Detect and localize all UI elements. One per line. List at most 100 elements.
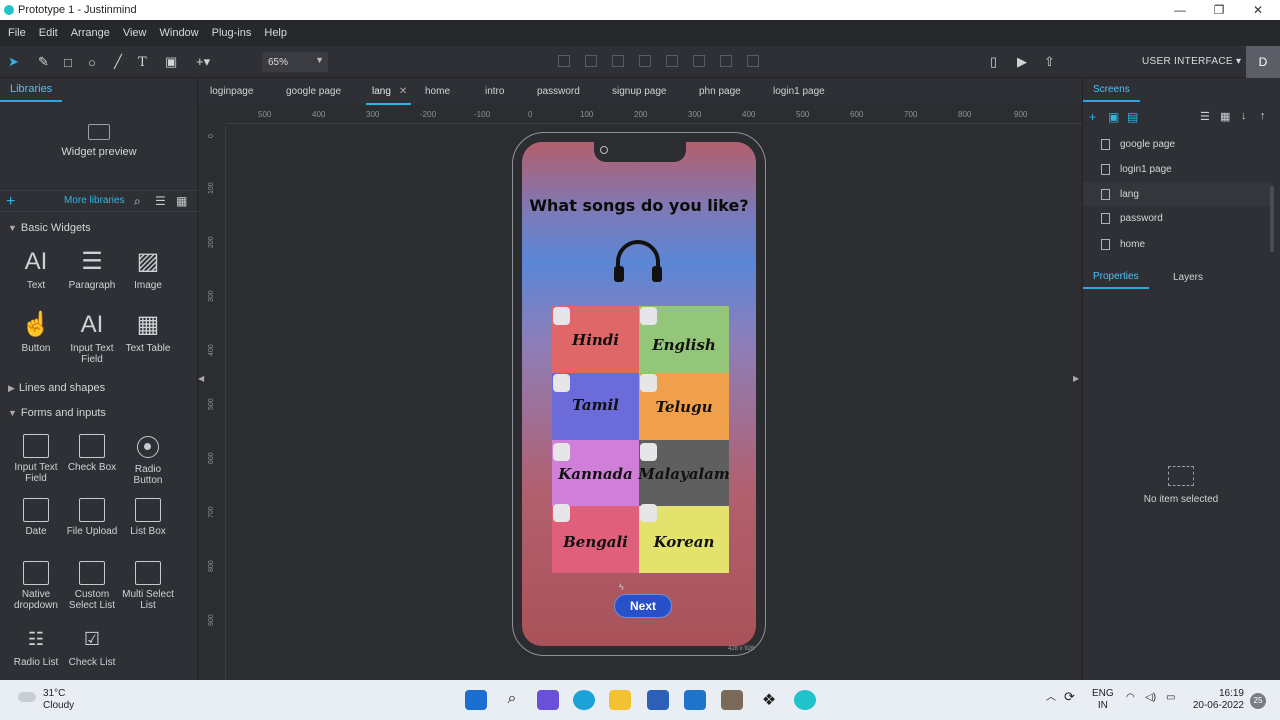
checkbox-telugu[interactable] bbox=[640, 374, 657, 392]
add-folder-icon[interactable]: ▤ bbox=[1127, 110, 1138, 124]
teams-chat-icon[interactable] bbox=[537, 690, 559, 710]
tab-libraries[interactable]: Libraries bbox=[0, 78, 63, 102]
ellipse-tool-icon[interactable]: ○ bbox=[88, 54, 96, 70]
align-left-icon[interactable] bbox=[558, 55, 570, 67]
move-up-icon[interactable]: ↑ bbox=[1260, 110, 1266, 122]
screen-item[interactable]: lang bbox=[1083, 182, 1273, 206]
align-center-icon[interactable] bbox=[585, 55, 597, 67]
widget-form-input[interactable]: Input Text Field bbox=[8, 434, 64, 484]
app-icon[interactable] bbox=[721, 690, 743, 710]
tab-home[interactable]: home bbox=[425, 86, 450, 97]
menu-arrange[interactable]: Arrange bbox=[71, 27, 110, 39]
widget-custom-select[interactable]: Custom Select List bbox=[64, 561, 120, 611]
justinmind-icon[interactable] bbox=[794, 690, 816, 710]
checkbox-tamil[interactable] bbox=[553, 374, 570, 392]
move-down-icon[interactable]: ↓ bbox=[1241, 110, 1247, 122]
widget-checkbox[interactable]: Check Box bbox=[64, 434, 120, 473]
align-bottom-icon[interactable] bbox=[693, 55, 705, 67]
zoom-select[interactable]: 65% ▼ bbox=[262, 52, 328, 72]
clock[interactable]: 16:19 20-06-2022 bbox=[1190, 688, 1244, 712]
user-avatar[interactable]: D bbox=[1246, 46, 1280, 78]
tab-signup-page[interactable]: signup page bbox=[612, 86, 667, 97]
section-forms-inputs[interactable]: ▼ Forms and inputs bbox=[8, 407, 106, 419]
tab-intro[interactable]: intro bbox=[485, 86, 504, 97]
pen-tool-icon[interactable]: ✎ bbox=[38, 54, 49, 70]
next-button[interactable]: Next bbox=[614, 594, 672, 618]
checkbox-english[interactable] bbox=[640, 307, 657, 325]
list-view-icon[interactable]: ☰ bbox=[1200, 110, 1210, 123]
menu-help[interactable]: Help bbox=[264, 27, 287, 39]
tab-phn-page[interactable]: phn page bbox=[699, 86, 741, 97]
menu-edit[interactable]: Edit bbox=[39, 27, 58, 39]
widget-check-list[interactable]: ☑ Check List bbox=[64, 625, 120, 668]
notification-badge[interactable]: 25 bbox=[1250, 693, 1266, 709]
share-upload-icon[interactable]: ⇧ bbox=[1044, 54, 1055, 70]
screen-item[interactable]: google page bbox=[1083, 132, 1273, 156]
line-tool-icon[interactable]: ╱ bbox=[114, 54, 122, 70]
widget-radio[interactable]: Radio Button bbox=[120, 434, 176, 486]
language-indicator[interactable]: ENG IN bbox=[1092, 688, 1114, 712]
tab-loginpage[interactable]: loginpage bbox=[210, 86, 253, 97]
text-tool-icon[interactable]: T bbox=[138, 54, 147, 70]
screen-item[interactable]: login1 page bbox=[1083, 157, 1273, 181]
screen-item[interactable]: home bbox=[1083, 232, 1273, 256]
tab-google-page[interactable]: google page bbox=[286, 86, 341, 97]
mode-selector[interactable]: USER INTERFACE ▾ bbox=[1142, 56, 1241, 67]
close-tab-icon[interactable]: ✕ bbox=[399, 86, 407, 97]
distribute-horizontal-icon[interactable] bbox=[747, 55, 759, 67]
select-tool-icon[interactable]: ➤ bbox=[8, 54, 19, 70]
rectangle-tool-icon[interactable]: □ bbox=[64, 54, 72, 70]
widget-native-dropdown[interactable]: Native dropdown bbox=[8, 561, 64, 611]
edge-browser-icon[interactable] bbox=[573, 690, 595, 710]
align-right-icon[interactable] bbox=[612, 55, 624, 67]
mail-icon[interactable] bbox=[684, 690, 706, 710]
list-view-icon[interactable]: ☰ bbox=[155, 194, 166, 208]
add-library-icon[interactable]: + bbox=[6, 193, 15, 211]
checkbox-korean[interactable] bbox=[640, 504, 657, 522]
add-image-screen-icon[interactable]: ▣ bbox=[1108, 110, 1119, 124]
menu-window[interactable]: Window bbox=[160, 27, 199, 39]
screens-scrollbar[interactable] bbox=[1270, 186, 1274, 252]
widget-date[interactable]: Date bbox=[8, 498, 64, 537]
widget-list-box[interactable]: List Box bbox=[120, 498, 176, 537]
widget-image[interactable]: ▨ Image bbox=[120, 248, 176, 291]
screen-item[interactable]: password bbox=[1083, 206, 1273, 230]
distribute-vertical-icon[interactable] bbox=[720, 55, 732, 67]
align-top-icon[interactable] bbox=[639, 55, 651, 67]
widget-file-upload[interactable]: File Upload bbox=[64, 498, 120, 537]
collapse-left-panel-icon[interactable]: ◀ bbox=[198, 374, 204, 383]
grid-view-icon[interactable]: ▦ bbox=[1220, 110, 1230, 123]
tab-screens[interactable]: Screens bbox=[1083, 78, 1140, 102]
wifi-icon[interactable]: ◠ bbox=[1126, 692, 1135, 704]
collapse-right-panel-icon[interactable]: ▶ bbox=[1073, 374, 1079, 383]
minimize-button[interactable]: — bbox=[1160, 0, 1200, 20]
tab-login1-page[interactable]: login1 page bbox=[773, 86, 825, 97]
widget-radio-list[interactable]: ☷ Radio List bbox=[8, 625, 64, 668]
sync-icon[interactable]: ⟳ bbox=[1064, 690, 1075, 703]
checkbox-bengali[interactable] bbox=[553, 504, 570, 522]
volume-icon[interactable]: ◁) bbox=[1145, 692, 1156, 704]
play-simulate-icon[interactable]: ▶ bbox=[1017, 54, 1027, 70]
image-tool-icon[interactable]: ▣ bbox=[165, 54, 177, 70]
checkbox-malayalam[interactable] bbox=[640, 443, 657, 461]
grid-view-icon[interactable]: ▦ bbox=[176, 194, 187, 208]
widget-button[interactable]: ☝ Button bbox=[8, 311, 64, 354]
maximize-button[interactable]: ❐ bbox=[1199, 0, 1239, 20]
add-screen-icon[interactable]: + bbox=[1089, 110, 1096, 124]
battery-icon[interactable]: ▭ bbox=[1166, 692, 1175, 704]
widget-paragraph[interactable]: ☰ Paragraph bbox=[64, 248, 120, 291]
windows-start-icon[interactable] bbox=[465, 690, 487, 710]
widget-input-text-field[interactable]: AI Input Text Field bbox=[64, 311, 120, 365]
section-lines-shapes[interactable]: ▶ Lines and shapes bbox=[8, 382, 105, 394]
weather-widget[interactable]: 31°C Cloudy bbox=[18, 688, 74, 712]
tab-lang[interactable]: lang ✕ bbox=[366, 86, 412, 105]
menu-file[interactable]: File bbox=[8, 27, 26, 39]
menu-plugins[interactable]: Plug-ins bbox=[212, 27, 252, 39]
chevron-up-icon[interactable]: ︿ bbox=[1046, 692, 1056, 704]
store-icon[interactable] bbox=[647, 690, 669, 710]
checkbox-hindi[interactable] bbox=[553, 307, 570, 325]
widget-text[interactable]: AI Text bbox=[8, 248, 64, 291]
search-icon[interactable]: ⌕ bbox=[134, 194, 141, 209]
add-tool-icon[interactable]: +▾ bbox=[196, 54, 210, 70]
section-basic-widgets[interactable]: ▼ Basic Widgets bbox=[8, 222, 91, 234]
